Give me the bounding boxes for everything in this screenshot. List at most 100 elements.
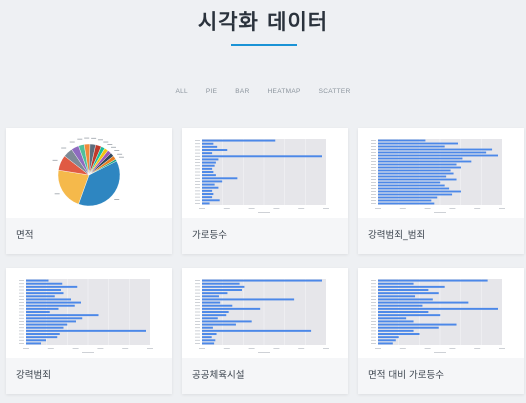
category-tick (371, 185, 376, 186)
filter-heatmap-button[interactable]: HEATMAP (259, 88, 310, 95)
bar (378, 175, 447, 178)
x-tick (474, 348, 481, 349)
bar (26, 292, 64, 295)
bar (202, 183, 215, 186)
category-tick (195, 174, 200, 176)
category-tick (371, 302, 376, 303)
bar (202, 164, 215, 167)
category-tick (195, 181, 200, 182)
category-tick (195, 292, 200, 294)
bar (378, 326, 439, 329)
bar (378, 285, 445, 288)
chart-card-public-sports[interactable]: 공공체육시설 (182, 268, 348, 394)
category-tick (371, 173, 376, 174)
bar (202, 155, 322, 158)
category-tick (19, 339, 24, 341)
category-tick (371, 295, 376, 297)
slice-label (91, 137, 97, 139)
x-tick (223, 348, 230, 349)
bar (26, 326, 64, 329)
chart-thumbnail (6, 268, 172, 358)
x-tick (23, 348, 29, 349)
card-caption: 면적 대비 가로등수 (358, 358, 524, 394)
bar (26, 323, 68, 326)
chart-thumbnail (6, 128, 172, 218)
x-tick (474, 208, 481, 209)
bar (378, 333, 420, 335)
chart-thumbnail (182, 268, 348, 358)
bar (378, 163, 457, 166)
filter-scatter-button[interactable]: SCATTER (310, 88, 360, 95)
bar (378, 160, 472, 163)
chart-thumbnail (358, 128, 524, 218)
category-tick (195, 199, 200, 201)
bar (378, 157, 463, 160)
bar (26, 329, 146, 332)
category-tick (371, 330, 376, 332)
category-tick (371, 182, 376, 183)
slice-label (97, 139, 103, 141)
card-caption: 가로등수 (182, 218, 348, 254)
bar (202, 149, 228, 151)
filter-bar-button[interactable]: BAR (226, 88, 258, 95)
bar (378, 298, 433, 301)
category-tick (371, 289, 376, 291)
slice-label (52, 159, 58, 161)
bar (378, 172, 454, 175)
filter-bar: ALL PIE BAR HEATMAP SCATTER (0, 88, 526, 95)
card-caption: 면적 (6, 218, 172, 254)
chart-card-area[interactable]: 면적 (6, 128, 172, 254)
category-tick (371, 197, 376, 198)
category-tick (195, 159, 200, 160)
bar (378, 311, 429, 313)
bar (378, 339, 396, 342)
bar (26, 339, 46, 342)
category-tick (371, 339, 376, 341)
category-tick (19, 324, 24, 325)
category-tick (19, 295, 24, 297)
chart-card-streetlights-per-area[interactable]: 면적 대비 가로등수 (358, 268, 524, 394)
category-tick (19, 308, 24, 310)
bar-chart (19, 279, 153, 353)
bar (26, 304, 75, 307)
bar (202, 342, 215, 345)
bar (378, 292, 439, 295)
category-tick (195, 171, 200, 173)
filter-all-button[interactable]: ALL (166, 88, 196, 95)
bar (202, 314, 227, 317)
category-tick (371, 167, 376, 168)
chart-card-violent-crime[interactable]: 강력범죄 (6, 268, 172, 394)
bar (202, 285, 245, 288)
bar (378, 184, 445, 187)
chart-thumbnail (358, 268, 524, 358)
x-tick (375, 208, 381, 209)
x-tick (147, 348, 153, 349)
category-tick (195, 343, 200, 344)
bar (26, 320, 76, 323)
filter-pie-button[interactable]: PIE (197, 88, 226, 95)
bar (378, 279, 488, 282)
bar (202, 202, 210, 205)
category-tick (19, 343, 24, 344)
category-tick (371, 314, 376, 316)
bar (202, 329, 312, 332)
bar (378, 166, 461, 169)
category-tick (371, 203, 376, 204)
category-tick (371, 311, 376, 313)
bar (378, 148, 493, 151)
category-tick (195, 190, 200, 192)
category-tick (371, 158, 376, 159)
bar (26, 301, 81, 304)
chart-card-violent-crime-crime[interactable]: 강력범죄_범죄 (358, 128, 524, 254)
category-tick (195, 302, 200, 303)
bar (202, 320, 252, 323)
slice-label (114, 199, 120, 200)
bar-chart (195, 279, 329, 353)
category-tick (371, 176, 376, 177)
bar (26, 317, 83, 320)
bar (26, 333, 60, 335)
chart-card-streetlights[interactable]: 가로등수 (182, 128, 348, 254)
category-tick (371, 155, 376, 156)
category-tick (195, 168, 200, 170)
bar (202, 167, 213, 170)
